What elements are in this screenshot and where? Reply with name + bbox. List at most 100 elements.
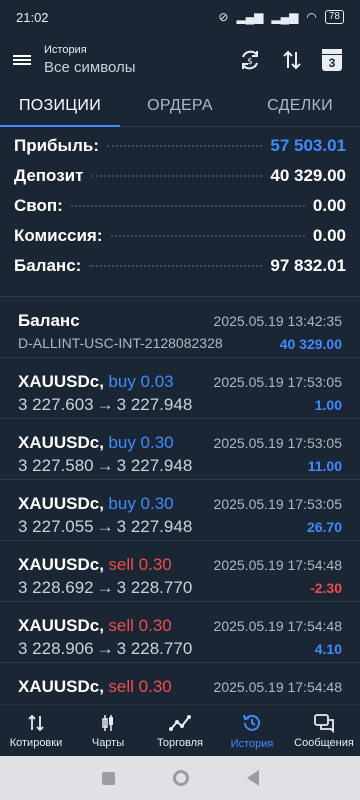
summary-value: 40 329.00 bbox=[270, 166, 346, 185]
bottom-nav: Котировки Чарты Торговля История Сообщен… bbox=[0, 704, 360, 757]
summary-label: Своп: bbox=[14, 196, 63, 215]
signal-icon-2: ▂▄▆ bbox=[271, 10, 299, 24]
svg-text:$: $ bbox=[247, 57, 253, 67]
chat-bubbles-icon bbox=[314, 714, 334, 733]
dotted-leader bbox=[89, 265, 263, 267]
deal-symbol: XAUUSDc, bbox=[18, 494, 104, 513]
deal-row[interactable]: XAUUSDc, sell 0.30 3 228.906 → 3 228.770 2… bbox=[0, 602, 360, 663]
deal-profit: 4.10 bbox=[314, 641, 342, 657]
summary-label: Прибыль: bbox=[14, 136, 99, 155]
nav-label: Чарты bbox=[91, 737, 125, 749]
dotted-leader bbox=[91, 175, 263, 177]
deal-time: 2025.05.19 17:53:05 bbox=[213, 435, 342, 451]
deal-row[interactable]: XAUUSDc, sell 0.30 3 228.692 → 3 228.770 2… bbox=[0, 541, 360, 602]
summary-row-swap: Своп: 0.00 bbox=[14, 196, 346, 226]
status-bar: 21:02 ⊘ ▂▄▆ ▂▄▆ ◠ 78 bbox=[0, 0, 360, 34]
deal-time: 2025.05.19 17:54:48 bbox=[213, 679, 342, 695]
deal-time: 2025.05.19 17:53:05 bbox=[213, 496, 342, 512]
deal-side: buy 0.30 bbox=[108, 494, 174, 513]
status-icons: ⊘ ▂▄▆ ▂▄▆ ◠ 78 bbox=[218, 10, 344, 24]
deal-close-price: 3 227.948 bbox=[116, 517, 193, 536]
header-titles[interactable]: История Все символы bbox=[44, 44, 238, 76]
signal-icon: ▂▄▆ bbox=[236, 10, 264, 24]
summary-label: Баланс: bbox=[14, 256, 82, 275]
summary-row-deposit: Депозит 40 329.00 bbox=[14, 166, 346, 196]
menu-icon[interactable] bbox=[8, 46, 36, 74]
deal-row[interactable]: XAUUSDc, buy 0.30 3 227.580 → 3 227.948 20… bbox=[0, 419, 360, 480]
tab-positions[interactable]: ПОЗИЦИИ bbox=[0, 86, 120, 127]
deal-close-price: 3 228.770 bbox=[116, 578, 193, 597]
deal-open-price: 3 227.055 bbox=[18, 517, 94, 536]
summary-value: 0.00 bbox=[312, 226, 346, 245]
swap-currency-icon[interactable]: $ bbox=[238, 48, 262, 72]
deal-open-price: 3 227.603 bbox=[18, 395, 94, 414]
sort-icon[interactable] bbox=[280, 48, 304, 72]
tab-bar: ПОЗИЦИИ ОРДЕРА СДЕЛКИ bbox=[0, 86, 360, 127]
summary-label: Депозит bbox=[14, 166, 84, 185]
nav-label: История bbox=[230, 738, 274, 750]
summary-row-commission: Комиссия: 0.00 bbox=[14, 226, 346, 256]
deal-side: buy 0.03 bbox=[108, 372, 174, 391]
recent-apps-icon[interactable] bbox=[101, 771, 115, 785]
arrow-right-icon: → bbox=[96, 395, 114, 414]
summary-label: Комиссия: bbox=[14, 226, 103, 245]
entry-time: 2025.05.19 13:42:35 bbox=[213, 313, 342, 329]
app-actions: $ 3 bbox=[238, 48, 342, 72]
nav-history[interactable]: История bbox=[216, 705, 288, 757]
sort-arrows-icon bbox=[28, 714, 44, 732]
deal-side: sell 0.30 bbox=[108, 555, 172, 574]
home-icon[interactable] bbox=[172, 770, 189, 786]
history-clock-icon bbox=[243, 714, 260, 731]
summary-panel: Прибыль: 57 503.01 Депозит 40 329.00 Сво… bbox=[0, 136, 360, 286]
candlestick-icon bbox=[102, 715, 113, 731]
arrow-right-icon: → bbox=[96, 578, 114, 597]
entry-amount: 40 329.00 bbox=[279, 336, 342, 352]
balance-entry[interactable]: Баланс D-ALLINT-USC-INT-2128082328 2025.… bbox=[0, 297, 360, 358]
balance-entry-comment: D-ALLINT-USC-INT-2128082328 bbox=[18, 335, 223, 351]
arrow-right-icon: → bbox=[96, 517, 114, 536]
balance-entry-title: Баланс bbox=[18, 311, 80, 330]
deal-close-price: 3 227.948 bbox=[116, 395, 193, 414]
deal-open-price: 3 228.692 bbox=[18, 578, 94, 597]
deal-symbol: XAUUSDc, bbox=[18, 372, 104, 391]
summary-value: 97 832.01 bbox=[270, 256, 346, 275]
deal-profit: 11.00 bbox=[307, 458, 342, 474]
summary-value: 57 503.01 bbox=[270, 136, 346, 155]
nav-label: Сообщения bbox=[294, 737, 354, 749]
deal-close-price: 3 228.770 bbox=[116, 639, 193, 658]
trend-line-icon bbox=[169, 715, 191, 731]
dotted-leader bbox=[70, 205, 305, 207]
mute-icon: ⊘ bbox=[218, 10, 229, 24]
deal-symbol: XAUUSDc, bbox=[18, 616, 104, 635]
deal-side: sell 0.30 bbox=[108, 616, 172, 635]
battery-icon: 78 bbox=[324, 10, 344, 24]
deal-open-price: 3 227.580 bbox=[18, 456, 94, 475]
deal-side: sell 0.30 bbox=[108, 677, 172, 696]
tab-orders[interactable]: ОРДЕРА bbox=[120, 86, 240, 126]
deal-close-price: 3 227.948 bbox=[116, 456, 193, 475]
deal-profit: 26.70 bbox=[306, 519, 342, 535]
deal-profit: -2.30 bbox=[310, 580, 342, 596]
summary-row-balance: Баланс: 97 832.01 bbox=[14, 256, 346, 286]
deal-open-price: 3 228.906 bbox=[18, 639, 94, 658]
arrow-right-icon: → bbox=[96, 456, 114, 475]
summary-row-profit: Прибыль: 57 503.01 bbox=[14, 136, 346, 166]
arrow-right-icon: → bbox=[96, 639, 114, 658]
page-title: История bbox=[44, 44, 87, 56]
nav-trade[interactable]: Торговля bbox=[144, 705, 216, 757]
calendar-icon[interactable]: 3 bbox=[322, 49, 342, 71]
nav-label: Торговля bbox=[157, 737, 203, 749]
dotted-leader bbox=[110, 235, 305, 237]
deal-row[interactable]: XAUUSDc, buy 0.03 3 227.603 → 3 227.948 20… bbox=[0, 358, 360, 419]
summary-value: 0.00 bbox=[312, 196, 346, 215]
back-icon[interactable] bbox=[246, 770, 259, 786]
dotted-leader bbox=[106, 145, 263, 147]
deal-time: 2025.05.19 17:53:05 bbox=[213, 374, 342, 390]
nav-quotes[interactable]: Котировки bbox=[0, 705, 72, 757]
wifi-icon: ◠ bbox=[306, 10, 317, 24]
tab-deals[interactable]: СДЕЛКИ bbox=[240, 86, 360, 126]
deal-row[interactable]: XAUUSDc, buy 0.30 3 227.055 → 3 227.948 20… bbox=[0, 480, 360, 541]
symbol-filter: Все символы bbox=[44, 59, 136, 76]
nav-messages[interactable]: Сообщения bbox=[288, 705, 360, 757]
nav-charts[interactable]: Чарты bbox=[72, 705, 144, 757]
